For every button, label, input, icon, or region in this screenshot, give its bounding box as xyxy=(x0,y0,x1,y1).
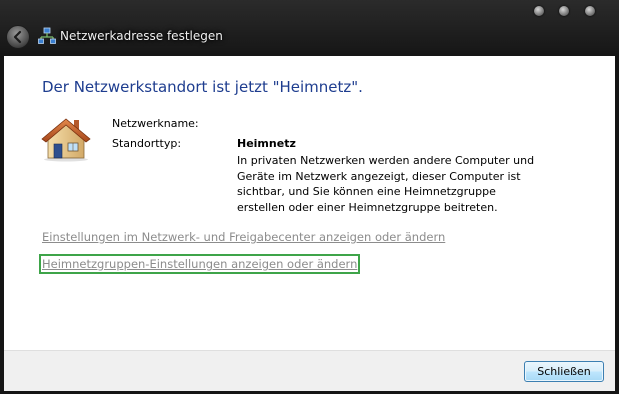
maximize-button[interactable] xyxy=(559,6,569,16)
title-bar: Netzwerkadresse festlegen xyxy=(0,0,619,56)
network-sharing-center-link[interactable]: Einstellungen im Netzwerk- und Freigabec… xyxy=(42,230,445,244)
minimize-button[interactable] xyxy=(534,6,544,16)
page-heading: Der Netzwerkstandort ist jetzt "Heimnetz… xyxy=(42,78,363,96)
content-area: Der Netzwerkstandort ist jetzt "Heimnetz… xyxy=(4,56,615,350)
dialog-footer: Schließen xyxy=(4,350,615,391)
back-arrow-icon xyxy=(13,30,22,44)
location-description: In privaten Netzwerken werden andere Com… xyxy=(237,154,535,214)
close-button[interactable]: Schließen xyxy=(524,361,604,382)
close-window-button[interactable] xyxy=(585,6,595,16)
location-type-label: Standorttyp: xyxy=(112,137,182,150)
dialog-window: Netzwerkadresse festlegen Der Netzwerkst… xyxy=(0,0,619,394)
window-title: Netzwerkadresse festlegen xyxy=(60,29,223,43)
network-name-label: Netzwerkname: xyxy=(112,117,199,130)
frame-right xyxy=(615,56,619,394)
house-icon xyxy=(41,118,91,162)
homegroup-settings-link[interactable]: Heimnetzgruppen-Einstellungen anzeigen o… xyxy=(38,254,361,274)
back-button[interactable] xyxy=(6,25,30,49)
network-icon xyxy=(38,27,56,44)
location-type-value: Heimnetz xyxy=(237,137,296,150)
